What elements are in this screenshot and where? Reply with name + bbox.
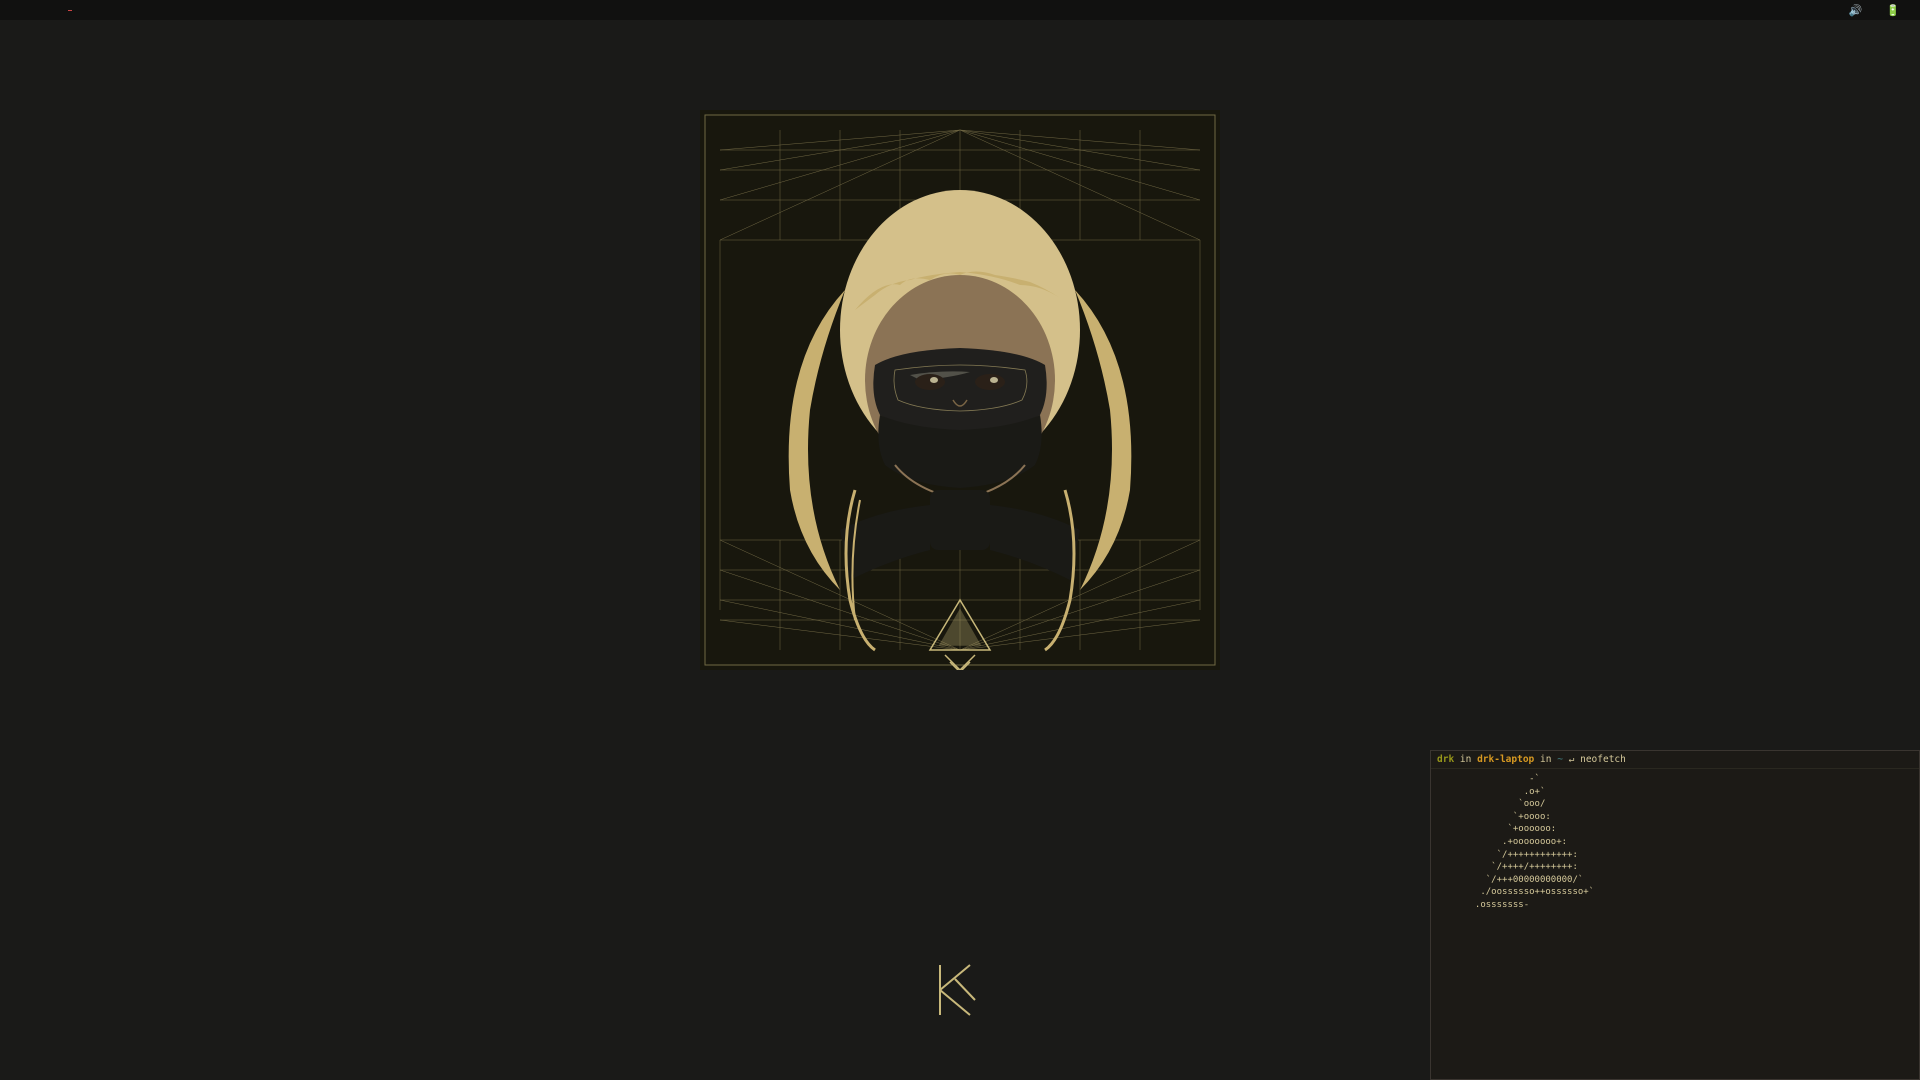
terminal-window: drk in drk-laptop in ~ ↵ neofetch -` .o+… [1430, 750, 1920, 1080]
terminal-dir: ~ [1557, 754, 1563, 765]
nav-chat[interactable] [68, 10, 72, 11]
terminal-content: -` .o+` `ooo/ `+oooo: `+oooooo: .+oooooo… [1431, 769, 1919, 1072]
artwork-container [700, 110, 1220, 670]
terminal-user: drk [1437, 754, 1454, 765]
ascii-art-display: -` .o+` `ooo/ `+oooo: `+oooooo: .+oooooo… [1437, 773, 1675, 912]
terminal-host: drk-laptop [1477, 754, 1534, 765]
volume-icon: 🔊 [1849, 4, 1863, 17]
battery-icon: 🔋 [1886, 4, 1900, 17]
terminal-ascii: -` .o+` `ooo/ `+oooo: `+oooooo: .+oooooo… [1431, 769, 1681, 1072]
topbar-status: 🔊 🔋 [1837, 4, 1912, 17]
topbar-nav [8, 10, 172, 11]
topbar: 🔊 🔋 [0, 0, 1920, 20]
terminal-header: drk in drk-laptop in ~ ↵ neofetch [1431, 751, 1919, 769]
logo-mark [930, 960, 990, 1020]
main-content: drk in drk-laptop in ~ ↵ neofetch -` .o+… [0, 20, 1920, 1080]
artwork-frame [700, 110, 1220, 670]
